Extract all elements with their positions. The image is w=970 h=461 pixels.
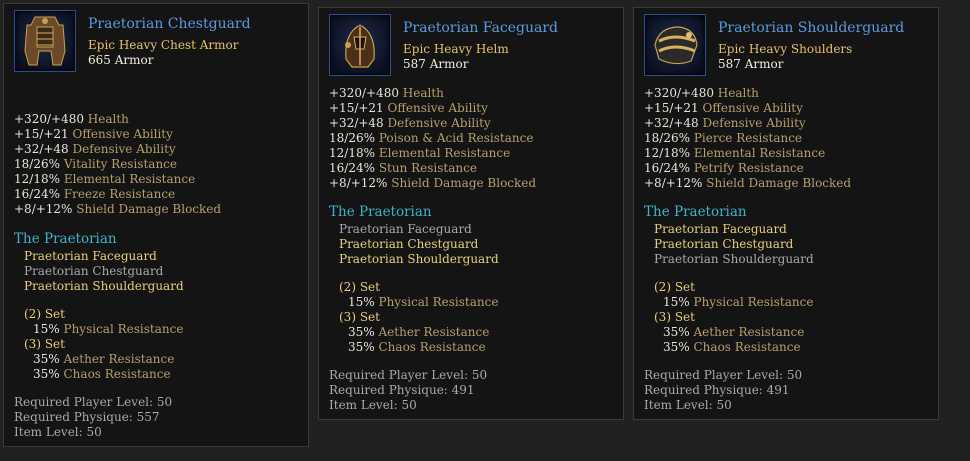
stat-line: 12/18% Elemental Resistance xyxy=(14,172,196,186)
item-name: Praetorian Shoulderguard xyxy=(718,20,905,36)
set-item-owned: Praetorian Faceguard xyxy=(24,249,157,263)
stat-line: 16/24% Petrify Resistance xyxy=(644,161,804,175)
item-tooltip-faceguard: Praetorian Faceguard Epic Heavy Helm 587… xyxy=(318,7,624,420)
set-item-current: Praetorian Faceguard xyxy=(339,222,472,236)
chest-armor-icon xyxy=(14,10,76,72)
item-armor: 587 Armor xyxy=(718,57,784,71)
item-level: Item Level: 50 xyxy=(14,425,102,439)
set-name: The Praetorian xyxy=(14,231,117,247)
set-name: The Praetorian xyxy=(329,204,432,220)
stat-line: 18/26% Vitality Resistance xyxy=(14,157,177,171)
stat-line: +320/+480 Health xyxy=(14,112,129,126)
set-bonus-line: 35% Aether Resistance xyxy=(348,325,490,339)
set-bonus-2-label: (2) Set xyxy=(339,280,380,294)
item-name: Praetorian Faceguard xyxy=(403,20,558,36)
stat-line: 16/24% Freeze Resistance xyxy=(14,187,176,201)
stat-line: 12/18% Elemental Resistance xyxy=(644,146,826,160)
item-tooltip-chestguard: Praetorian Chestguard Epic Heavy Chest A… xyxy=(3,3,309,447)
required-physique: Required Physique: 491 xyxy=(644,383,790,397)
stat-line: 16/24% Stun Resistance xyxy=(329,161,477,175)
item-type: Epic Heavy Shoulders xyxy=(718,42,853,56)
stat-line: +15/+21 Offensive Ability xyxy=(644,101,803,115)
stat-line: +32/+48 Defensive Ability xyxy=(329,116,491,130)
item-level: Item Level: 50 xyxy=(329,398,417,412)
stat-line: +8/+12% Shield Damage Blocked xyxy=(329,176,537,190)
set-item-owned: Praetorian Shoulderguard xyxy=(339,252,499,266)
shoulder-armor-icon xyxy=(644,14,706,76)
set-bonus-line: 15% Physical Resistance xyxy=(33,322,184,336)
stat-line: +32/+48 Defensive Ability xyxy=(644,116,806,130)
required-physique: Required Physique: 491 xyxy=(329,383,475,397)
stat-line: +15/+21 Offensive Ability xyxy=(329,101,488,115)
stat-line: +320/+480 Health xyxy=(329,86,444,100)
stat-line: +8/+12% Shield Damage Blocked xyxy=(14,202,222,216)
set-bonus-line: 15% Physical Resistance xyxy=(663,295,814,309)
set-bonus-3-label: (3) Set xyxy=(654,310,695,324)
helm-icon xyxy=(329,14,391,76)
set-bonus-line: 35% Chaos Resistance xyxy=(348,340,486,354)
stat-line: 18/26% Poison & Acid Resistance xyxy=(329,131,534,145)
item-type: Epic Heavy Helm xyxy=(403,42,509,56)
stat-line: +32/+48 Defensive Ability xyxy=(14,142,176,156)
set-item-owned: Praetorian Chestguard xyxy=(339,237,479,251)
set-item-current: Praetorian Shoulderguard xyxy=(654,252,814,266)
set-bonus-line: 35% Aether Resistance xyxy=(663,325,805,339)
item-name: Praetorian Chestguard xyxy=(88,16,251,32)
item-tooltip-shoulderguard: Praetorian Shoulderguard Epic Heavy Shou… xyxy=(633,7,939,420)
item-level: Item Level: 50 xyxy=(644,398,732,412)
set-bonus-2-label: (2) Set xyxy=(24,307,65,321)
stat-line: 12/18% Elemental Resistance xyxy=(329,146,511,160)
set-item-owned: Praetorian Shoulderguard xyxy=(24,279,184,293)
set-bonus-3-label: (3) Set xyxy=(24,337,65,351)
required-level: Required Player Level: 50 xyxy=(644,368,803,382)
stat-line: 18/26% Pierce Resistance xyxy=(644,131,803,145)
set-item-owned: Praetorian Faceguard xyxy=(654,222,787,236)
item-armor: 587 Armor xyxy=(403,57,469,71)
required-level: Required Player Level: 50 xyxy=(14,395,173,409)
set-item-current: Praetorian Chestguard xyxy=(24,264,164,278)
set-bonus-line: 35% Chaos Resistance xyxy=(663,340,801,354)
stat-line: +8/+12% Shield Damage Blocked xyxy=(644,176,852,190)
stat-line: +320/+480 Health xyxy=(644,86,759,100)
item-armor: 665 Armor xyxy=(88,53,154,67)
set-bonus-line: 15% Physical Resistance xyxy=(348,295,499,309)
set-bonus-line: 35% Chaos Resistance xyxy=(33,367,171,381)
set-bonus-line: 35% Aether Resistance xyxy=(33,352,175,366)
set-item-owned: Praetorian Chestguard xyxy=(654,237,794,251)
item-type: Epic Heavy Chest Armor xyxy=(88,38,239,52)
set-name: The Praetorian xyxy=(644,204,747,220)
required-level: Required Player Level: 50 xyxy=(329,368,488,382)
set-bonus-3-label: (3) Set xyxy=(339,310,380,324)
set-bonus-2-label: (2) Set xyxy=(654,280,695,294)
stat-line: +15/+21 Offensive Ability xyxy=(14,127,173,141)
required-physique: Required Physique: 557 xyxy=(14,410,160,424)
